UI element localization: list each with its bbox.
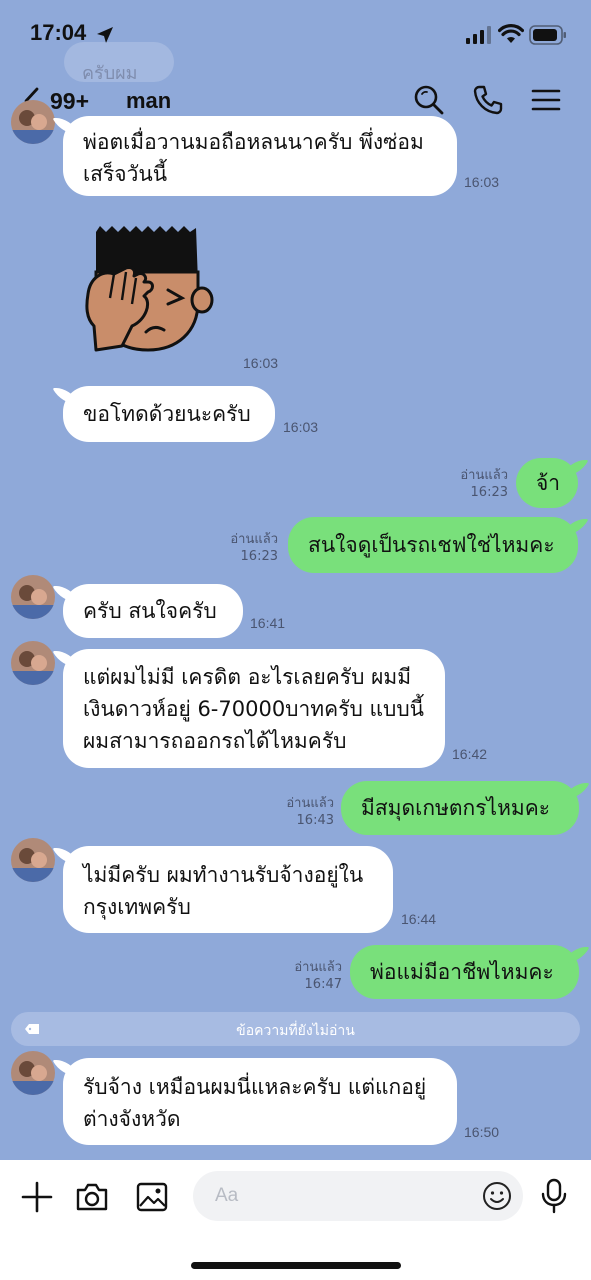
message-text: ครับ สนใจครับ [83, 599, 217, 623]
message-text: รับจ้าง เหมือนผมนี่แหละครับ แต่แกอยู่ต่า… [83, 1075, 427, 1131]
message-text: พ่อตเมื่อวานมอถือหลนนาครับ พึ่งซ่อมเสร็จ… [83, 130, 424, 186]
read-receipt: อ่านแล้ว 16:43 [286, 796, 334, 828]
avatar[interactable] [11, 100, 55, 144]
cellular-signal-icon [466, 26, 491, 44]
message-time: 16:03 [243, 355, 279, 371]
menu-icon[interactable] [530, 84, 562, 116]
outgoing-message[interactable]: พ่อแม่มีอาชีพไหมคะ [350, 945, 579, 999]
wifi-icon [498, 24, 524, 43]
unread-count: 99+ [50, 87, 90, 114]
outgoing-message[interactable]: สนใจดูเป็นรถเชฟใช่ไหมคะ [288, 517, 578, 573]
avatar[interactable] [11, 641, 55, 685]
incoming-message[interactable]: ไม่มีครับ ผมทำงานรับจ้างอยู่ในกรุงเทพครั… [63, 846, 393, 933]
message-text: ไม่มีครับ ผมทำงานรับจ้างอยู่ในกรุงเทพครั… [83, 863, 364, 919]
home-indicator [191, 1262, 401, 1269]
avatar[interactable] [11, 838, 55, 882]
message-text: ขอโทดด้วยนะครับ [83, 402, 251, 426]
incoming-message[interactable]: ครับ สนใจครับ [63, 584, 243, 638]
message-input[interactable] [193, 1171, 523, 1221]
incoming-message[interactable]: รับจ้าง เหมือนผมนี่แหละครับ แต่แกอยู่ต่า… [63, 1058, 457, 1145]
incoming-message[interactable]: ขอโทดด้วยนะครับ [63, 386, 275, 442]
message-time: 16:03 [464, 174, 500, 190]
read-receipt: อ่านแล้ว 16:23 [230, 532, 278, 564]
avatar[interactable] [11, 575, 55, 619]
microphone-icon[interactable] [540, 1178, 568, 1214]
unread-divider-text: ข้อความที่ยังไม่อ่าน [236, 1023, 355, 1039]
message-text: สนใจดูเป็นรถเชฟใช่ไหมคะ [308, 533, 555, 557]
message-text: จ้า [536, 471, 561, 495]
message-text: มีสมุดเกษตกรไหมคะ [361, 796, 551, 820]
sticker[interactable] [82, 222, 216, 356]
message-text: พ่อแม่มีอาชีพไหมคะ [370, 960, 554, 984]
read-receipt: อ่านแล้ว 16:23 [460, 468, 508, 500]
outgoing-message[interactable]: มีสมุดเกษตกรไหมคะ [341, 781, 579, 835]
message-time: 16:41 [250, 615, 286, 631]
unread-divider: ข้อความที่ยังไม่อ่าน [11, 1012, 580, 1046]
search-icon[interactable] [413, 84, 445, 116]
incoming-message[interactable]: พ่อตเมื่อวานมอถือหลนนาครับ พึ่งซ่อมเสร็จ… [63, 116, 457, 196]
message-text: แต่ผมไม่มี เครดิต อะไรเลยครับ ผมมีเงินดา… [83, 665, 425, 753]
message-time: 16:50 [464, 1124, 500, 1140]
plus-icon[interactable] [20, 1180, 54, 1214]
chat-title[interactable]: man [126, 88, 171, 114]
facepalm-sticker-icon [85, 226, 214, 352]
image-icon[interactable] [135, 1180, 169, 1214]
battery-icon [529, 25, 566, 45]
avatar[interactable] [11, 1051, 55, 1095]
outgoing-message[interactable]: จ้า [516, 458, 578, 508]
message-time: 16:44 [401, 911, 437, 927]
emoji-icon[interactable] [482, 1181, 512, 1211]
message-time: 16:03 [283, 419, 319, 435]
phone-icon[interactable] [472, 84, 504, 116]
incoming-message[interactable]: แต่ผมไม่มี เครดิต อะไรเลยครับ ผมมีเงินดา… [63, 649, 445, 768]
message-time: 16:42 [452, 746, 488, 762]
camera-icon[interactable] [75, 1180, 109, 1214]
read-receipt: อ่านแล้ว 16:47 [294, 960, 342, 992]
